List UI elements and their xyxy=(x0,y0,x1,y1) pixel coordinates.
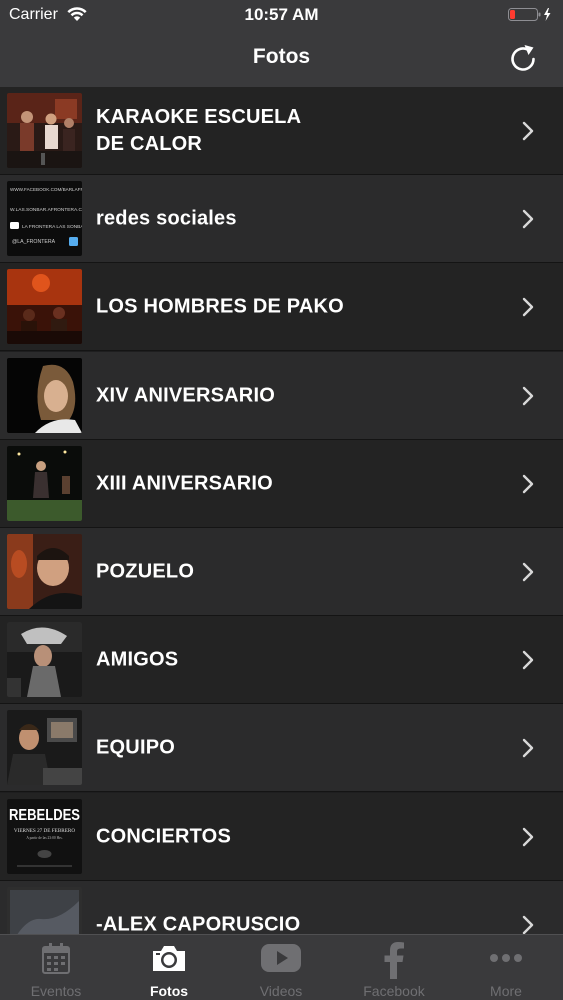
svg-text:A partir de las 23:00 Hrs.: A partir de las 23:00 Hrs. xyxy=(26,836,62,840)
tab-label: Fotos xyxy=(149,983,189,999)
list-item[interactable]: AMIGOS xyxy=(0,616,563,704)
album-list[interactable]: KARAOKE ESCUELA DE CALOR WWW.FACEBOOK.CO… xyxy=(0,87,563,934)
svg-text:@LA_FRONTERA: @LA_FRONTERA xyxy=(12,239,56,245)
chevron-right-icon xyxy=(522,562,534,581)
album-thumbnail xyxy=(7,534,82,609)
album-thumbnail xyxy=(7,269,82,344)
album-title: XIV ANIVERSARIO xyxy=(96,384,275,406)
chevron-right-icon xyxy=(522,827,534,846)
list-item[interactable]: -ALEX CAPORUSCIO xyxy=(0,881,563,934)
facebook-icon xyxy=(384,942,404,979)
list-item[interactable]: XIV ANIVERSARIO xyxy=(0,352,563,440)
tab-videos[interactable]: Videos xyxy=(225,935,337,1000)
album-thumbnail xyxy=(7,93,82,168)
svg-text:VIERNES 27 DE FEBRERO: VIERNES 27 DE FEBRERO xyxy=(14,828,75,834)
tab-more[interactable]: More xyxy=(450,935,562,1000)
album-title: POZUELO xyxy=(96,560,195,582)
album-title: -ALEX CAPORUSCIO xyxy=(96,913,301,934)
list-item[interactable]: LOS HOMBRES DE PAKO xyxy=(0,263,563,351)
list-item[interactable]: KARAOKE ESCUELA DE CALOR xyxy=(0,87,563,175)
list-item[interactable]: POZUELO xyxy=(0,528,563,616)
album-title: XIII ANIVERSARIO xyxy=(96,472,273,494)
album-title: EQUIPO xyxy=(96,736,175,758)
camera-icon xyxy=(153,946,185,971)
album-title: redes sociales xyxy=(96,207,237,229)
album-title: CONCIERTOS xyxy=(96,825,231,847)
list-item[interactable]: XIII ANIVERSARIO xyxy=(0,440,563,528)
tab-fotos[interactable]: Fotos xyxy=(113,935,225,1000)
list-item[interactable]: REBELDES VIERNES 27 DE FEBRERO A partir … xyxy=(0,793,563,881)
tab-label: Facebook xyxy=(363,983,425,999)
svg-text:LA FRONTERA LAS SONBAR: LA FRONTERA LAS SONBAR xyxy=(22,224,82,230)
chevron-right-icon xyxy=(522,297,534,316)
tab-facebook[interactable]: Facebook xyxy=(338,935,450,1000)
album-thumbnail xyxy=(7,887,82,934)
tab-label: Eventos xyxy=(30,983,82,999)
chevron-right-icon xyxy=(522,209,534,228)
chevron-right-icon xyxy=(522,474,534,493)
chevron-right-icon xyxy=(522,386,534,405)
album-title: AMIGOS xyxy=(96,648,179,670)
calendar-icon xyxy=(42,943,70,974)
chevron-right-icon xyxy=(522,650,534,669)
svg-text:WWW.FACEBOOK.COM/BARLAFRONTERA: WWW.FACEBOOK.COM/BARLAFRONTERA xyxy=(10,187,82,192)
tab-bar: Eventos Fotos Videos Facebook More xyxy=(0,934,563,1000)
chevron-right-icon xyxy=(522,121,534,140)
page-title: Fotos xyxy=(252,45,311,68)
chevron-right-icon xyxy=(522,915,534,934)
battery-icon xyxy=(508,8,551,21)
list-item[interactable]: WWW.FACEBOOK.COM/BARLAFRONTERA W.LAS.SON… xyxy=(0,175,563,263)
svg-text:REBELDES: REBELDES xyxy=(9,807,80,824)
status-time: 10:57 AM xyxy=(244,5,319,24)
album-thumbnail xyxy=(7,622,82,697)
album-thumbnail xyxy=(7,446,82,521)
list-item[interactable]: EQUIPO xyxy=(0,704,563,792)
album-thumbnail: REBELDES VIERNES 27 DE FEBRERO A partir … xyxy=(7,799,82,874)
svg-text:W.LAS.SONBAR.AFRONTERA.COM: W.LAS.SONBAR.AFRONTERA.COM xyxy=(10,207,82,213)
album-title: LOS HOMBRES DE PAKO xyxy=(96,295,344,317)
album-thumbnail: WWW.FACEBOOK.COM/BARLAFRONTERA W.LAS.SON… xyxy=(7,181,82,256)
youtube-icon xyxy=(261,944,301,972)
tab-eventos[interactable]: Eventos xyxy=(0,935,112,1000)
status-bar: Carrier 10:57 AM xyxy=(0,0,563,30)
album-thumbnail xyxy=(7,710,82,785)
refresh-icon[interactable] xyxy=(505,42,541,76)
album-thumbnail xyxy=(7,358,82,433)
chevron-right-icon xyxy=(522,738,534,757)
album-title: KARAOKE ESCUELA DE CALOR xyxy=(96,105,302,155)
more-icon xyxy=(490,954,522,962)
nav-bar: Fotos xyxy=(0,30,563,87)
tab-label: More xyxy=(490,983,522,999)
tab-label: Videos xyxy=(259,983,303,999)
